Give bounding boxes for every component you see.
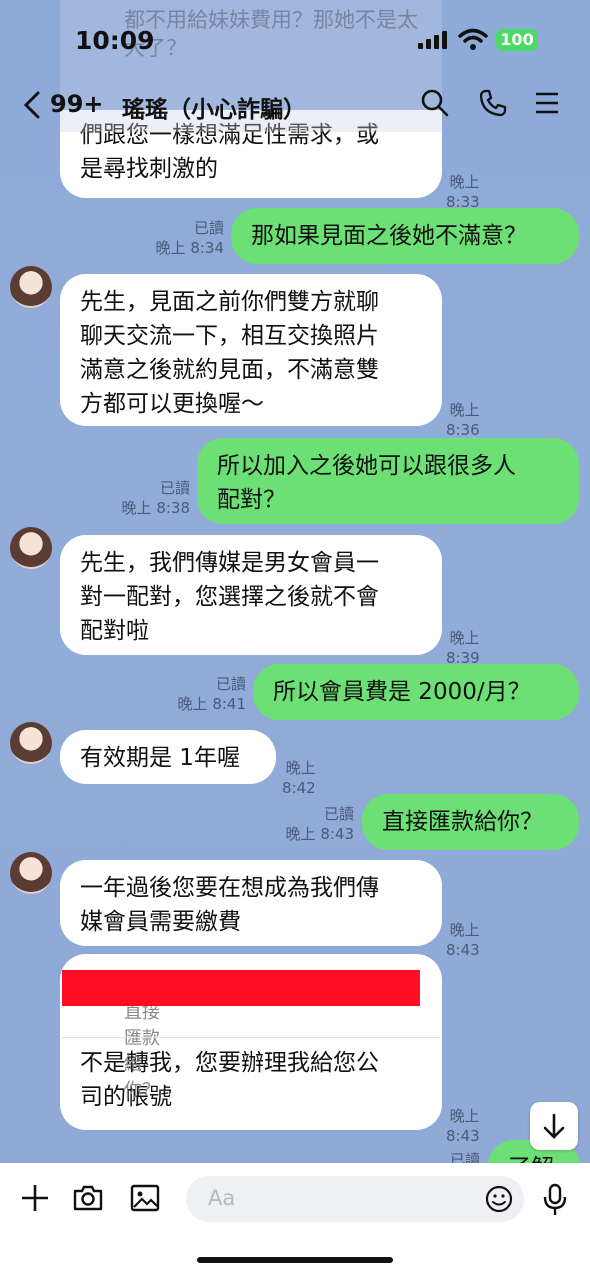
message-input[interactable]: Aa [186, 1176, 524, 1222]
message-bubble[interactable]: 先生，見面之前你們雙方就聊 聊天交流一下，相互交換照片 滿意之後就約見面，不滿意… [60, 274, 442, 426]
read-receipt: 已讀 [323, 805, 354, 823]
status-bar: 10:09 100 [0, 0, 590, 80]
search-icon[interactable] [420, 88, 450, 118]
home-indicator [197, 1257, 393, 1263]
image-icon[interactable] [130, 1183, 160, 1213]
quote-divider [62, 1037, 440, 1038]
read-receipt: 已讀 [159, 479, 190, 497]
message-input-placeholder: Aa [208, 1186, 236, 1210]
signal-icon [418, 31, 447, 49]
message-bubble[interactable]: 有效期是 1年喔 [60, 730, 276, 784]
message-line: 配對啦 [80, 618, 149, 644]
message-line: 一年過後您要在想成為我們傳 [80, 875, 379, 901]
message-time: 晚上 8:33 [446, 173, 480, 211]
back-chevron-icon[interactable] [22, 90, 42, 120]
mic-icon[interactable] [542, 1183, 568, 1217]
read-receipt: 已讀 [215, 675, 246, 693]
unread-count[interactable]: 99+ [50, 90, 104, 118]
message-time: 晚上 8:41 [177, 695, 246, 713]
message-line: 滿意之後就約見面，不滿意雙 [80, 357, 379, 383]
message-meta: 已讀 晚上 8:38 [116, 478, 190, 518]
message-line: 所以會員費是 2000/月？ [273, 679, 531, 705]
message-line: 對一配對，您選擇之後就不會 [80, 584, 379, 610]
scroll-to-bottom-button[interactable] [530, 1102, 578, 1150]
message-time: 晚上 8:42 [282, 759, 316, 797]
emoji-icon[interactable] [484, 1184, 514, 1214]
message-time: 晚上 8:36 [446, 401, 480, 439]
arrow-down-icon [543, 1113, 565, 1139]
message-time: 晚上 8:38 [121, 499, 190, 517]
avatar[interactable] [10, 266, 52, 308]
wifi-icon [458, 28, 488, 50]
quoted-message[interactable]: 直接匯款給你？ [124, 998, 160, 1102]
avatar[interactable] [10, 527, 52, 569]
message-time: 晚上 8:39 [446, 629, 480, 667]
avatar[interactable] [10, 852, 52, 894]
redaction-bar [62, 970, 420, 1006]
read-receipt: 已讀 [193, 219, 224, 237]
avatar[interactable] [10, 722, 52, 764]
status-time: 10:09 [75, 26, 155, 55]
message-time: 晚上 8:43 [446, 921, 480, 959]
message-line: 聊天交流一下，相互交換照片 [80, 323, 379, 349]
message-line: 所以加入之後她可以跟很多人 [217, 453, 516, 479]
message-meta: 已讀 晚上 8:41 [172, 674, 246, 714]
message-bubble[interactable]: 直接匯款給你？ [362, 794, 579, 850]
message-meta: 已讀 晚上 8:43 [280, 804, 354, 844]
message-line: 媒會員需要繳費 [80, 909, 241, 935]
message-line: 是尋找刺激的 [80, 156, 218, 182]
message-line: 方都可以更換喔～ [80, 391, 264, 417]
chat-header: 99+ 瑤瑤（小心詐騙） [0, 80, 590, 130]
camera-icon[interactable] [72, 1183, 104, 1213]
phone-icon[interactable] [478, 88, 508, 118]
message-bubble[interactable]: 一年過後您要在想成為我們傳 媒會員需要繳費 [60, 860, 442, 946]
plus-icon[interactable] [20, 1183, 50, 1213]
message-time: 晚上 8:43 [285, 825, 354, 843]
message-bubble[interactable]: 所以會員費是 2000/月？ [253, 664, 579, 720]
message-line: 先生，我們傳媒是男女會員一 [80, 550, 379, 576]
menu-icon[interactable] [534, 88, 560, 118]
message-bubble[interactable]: 那如果見面之後她不滿意？ [231, 208, 579, 264]
message-line: 先生，見面之前你們雙方就聊 [80, 289, 379, 315]
chat-title[interactable]: 瑤瑤（小心詐騙） [122, 90, 306, 124]
message-line: 有效期是 1年喔 [80, 745, 240, 771]
message-line: 那如果見面之後她不滿意？ [251, 223, 527, 249]
message-line: 配對？ [217, 487, 286, 513]
message-bubble[interactable]: 所以加入之後她可以跟很多人 配對？ [197, 438, 579, 524]
battery-indicator: 100 [496, 29, 538, 51]
message-bubble[interactable]: 先生，我們傳媒是男女會員一 對一配對，您選擇之後就不會 配對啦 [60, 535, 442, 655]
message-time: 晚上 8:43 [446, 1107, 480, 1145]
message-line: 直接匯款給你？ [382, 809, 543, 835]
message-time: 晚上 8:34 [155, 239, 224, 257]
message-meta: 已讀 晚上 8:34 [150, 218, 224, 258]
